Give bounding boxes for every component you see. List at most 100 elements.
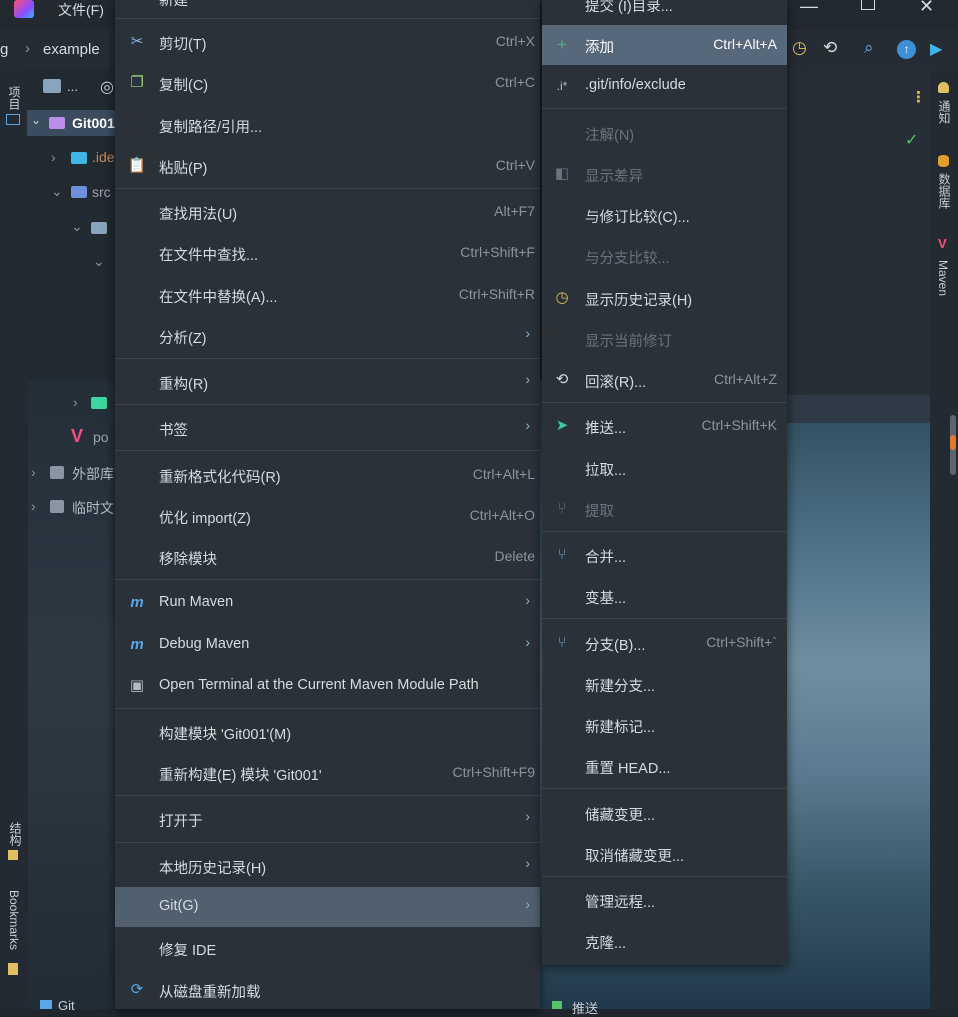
chevron-down-icon[interactable]: ⌄ <box>51 183 63 200</box>
breadcrumb-example[interactable]: example <box>43 41 100 58</box>
menu-item-git[interactable]: Git(G) › <box>115 887 540 927</box>
menu-item-open-in[interactable]: 打开于 › <box>115 799 540 839</box>
update-icon[interactable]: ↑ <box>897 40 916 59</box>
menu-item-find-usages[interactable]: 查找用法(U) Alt+F7 <box>115 192 540 232</box>
menu-item-new-partial[interactable]: 新建 <box>115 0 540 18</box>
menu-item-find-in-files[interactable]: 在文件中查找... Ctrl+Shift+F <box>115 233 540 273</box>
rollback-icon[interactable]: ⟲ <box>823 38 837 58</box>
menu-item-label: Open Terminal at the Current Maven Modul… <box>159 677 479 693</box>
bookmark-icon[interactable] <box>8 963 18 975</box>
submenu-item-merge[interactable]: ⑂ 合并... <box>542 535 787 575</box>
target-icon[interactable]: ◎ <box>100 77 114 97</box>
right-tool-strip: 通知 数据库 V Maven <box>930 70 958 1009</box>
menu-item-run-maven[interactable]: m Run Maven › <box>115 583 540 623</box>
menu-item-bookmarks[interactable]: 书签 › <box>115 408 540 448</box>
menu-item-reload-from-disk[interactable]: ⟳ 从磁盘重新加载 <box>115 970 540 1010</box>
project-tab[interactable]: 项目 <box>6 86 23 110</box>
maven-icon[interactable]: V <box>938 236 947 251</box>
search-icon[interactable]: ⌕ <box>864 38 874 58</box>
idea-node-label[interactable]: .ide <box>92 149 115 165</box>
submenu-item-add[interactable]: + 添加 Ctrl+Alt+A <box>542 25 787 65</box>
menu-item-analyze[interactable]: 分析(Z) › <box>115 316 540 356</box>
submenu-item-stash[interactable]: 储藏变更... <box>542 793 787 833</box>
editor-area[interactable]: ⋮ ✓ <box>787 70 930 395</box>
menu-item-build-module[interactable]: 构建模块 'Git001'(M) <box>115 712 540 752</box>
scrollbar-thumb[interactable] <box>950 415 956 475</box>
chevron-down-icon[interactable]: ⌄ <box>93 253 105 270</box>
structure-icon[interactable] <box>8 850 18 860</box>
submenu-item-clone[interactable]: 克隆... <box>542 921 787 961</box>
menu-item-copy[interactable]: ❐ 复制(C) Ctrl+C <box>115 63 540 103</box>
bookmarks-tab[interactable]: Bookmarks <box>7 890 21 950</box>
minimize-button[interactable]: — <box>800 0 818 17</box>
submenu-item-reset-head[interactable]: 重置 HEAD... <box>542 746 787 786</box>
menu-item-replace-in-files[interactable]: 在文件中替换(A)... Ctrl+Shift+R <box>115 275 540 315</box>
submenu-item-push[interactable]: ➤ 推送... Ctrl+Shift+K <box>542 406 787 446</box>
submenu-item-show-current-revision[interactable]: 显示当前修订 <box>542 319 787 359</box>
chevron-right-icon[interactable]: › <box>31 498 36 514</box>
menu-item-debug-maven[interactable]: m Debug Maven › <box>115 625 540 665</box>
more-options-icon[interactable]: ⋮ <box>911 88 926 106</box>
chevron-down-icon[interactable]: ⌄ <box>71 218 83 235</box>
submenu-item-rebase[interactable]: 变基... <box>542 576 787 616</box>
menu-item-optimize-imports[interactable]: 优化 import(Z) Ctrl+Alt+O <box>115 496 540 536</box>
bottom-tab-changes[interactable]: 推送 <box>572 998 598 1017</box>
src-node-label[interactable]: src <box>92 184 111 200</box>
menu-file[interactable]: 文件(F) <box>58 0 104 20</box>
submenu-item-new-branch[interactable]: 新建分支... <box>542 664 787 704</box>
submenu-item-compare-revision[interactable]: 与修订比较(C)... <box>542 195 787 235</box>
submenu-item-manage-remotes[interactable]: 管理远程... <box>542 880 787 920</box>
database-icon[interactable] <box>938 155 949 167</box>
menu-item-open-terminal[interactable]: ▣ Open Terminal at the Current Maven Mod… <box>115 666 540 706</box>
close-window-button[interactable]: ✕ <box>919 0 934 17</box>
menu-item-local-history[interactable]: 本地历史记录(H) › <box>115 846 540 886</box>
submenu-item-exclude[interactable]: .i* .git/info/exclude <box>542 66 787 106</box>
menu-item-reformat-code[interactable]: 重新格式化代码(R) Ctrl+Alt+L <box>115 455 540 495</box>
chevron-down-icon[interactable]: ⌄ <box>31 113 41 127</box>
scratch-icon <box>50 500 64 513</box>
menu-item-paste[interactable]: 📋 粘贴(P) Ctrl+V <box>115 146 540 186</box>
pom-node-label[interactable]: po <box>93 429 109 445</box>
tree-row-root[interactable]: ⌄ Git001 <box>27 110 117 136</box>
ext-libs-label[interactable]: 外部库 <box>72 464 114 484</box>
plugin-icon[interactable]: ▶ <box>930 39 942 59</box>
bottom-tab-git[interactable]: Git <box>58 998 75 1013</box>
paste-icon: 📋 <box>127 157 147 174</box>
history-icon[interactable]: ◷ <box>792 38 807 58</box>
src-folder-icon <box>71 186 87 198</box>
menu-item-repair-ide[interactable]: 修复 IDE <box>115 928 540 968</box>
menu-item-rebuild-module[interactable]: 重新构建(E) 模块 'Git001' Ctrl+Shift+F9 <box>115 753 540 793</box>
menu-item-copy-path[interactable]: 复制路径/引用... <box>115 105 540 145</box>
chevron-right-icon[interactable]: › <box>73 394 78 410</box>
menu-item-label: 变基... <box>585 591 627 607</box>
menu-item-shortcut: Ctrl+Shift+F <box>460 244 535 260</box>
submenu-item-show-history[interactable]: ◷ 显示历史记录(H) <box>542 278 787 318</box>
chevron-right-icon[interactable]: › <box>31 464 36 480</box>
submenu-item-unstash[interactable]: 取消储藏变更... <box>542 834 787 874</box>
submenu-item-fetch[interactable]: ⑂ 提取 <box>542 489 787 529</box>
nav-left-text: g <box>0 41 9 58</box>
submenu-item-new-tag[interactable]: 新建标记... <box>542 705 787 745</box>
intellij-logo-icon[interactable] <box>14 0 34 18</box>
scratch-label[interactable]: 临时文 <box>72 498 114 518</box>
submenu-item-annotate[interactable]: 注解(N) <box>542 113 787 153</box>
maximize-button[interactable] <box>861 0 875 10</box>
notifications-tab[interactable]: 通知 <box>936 100 953 124</box>
project-toolbar-dots[interactable]: ... <box>67 79 78 94</box>
database-tab[interactable]: 数据库 <box>936 173 953 209</box>
notification-icon[interactable] <box>938 82 949 93</box>
submenu-item-show-diff[interactable]: ◧ 显示差异 <box>542 154 787 194</box>
menu-item-cut[interactable]: ✂ 剪切(T) Ctrl+X <box>115 22 540 62</box>
submenu-item-commit-partial[interactable]: 提交 (I)目录... <box>542 0 787 24</box>
menu-item-remove-module[interactable]: 移除模块 Delete <box>115 537 540 577</box>
submenu-item-pull[interactable]: 拉取... <box>542 448 787 488</box>
chevron-right-icon[interactable]: › <box>51 149 56 165</box>
maven-tab[interactable]: Maven <box>936 260 950 296</box>
submenu-item-compare-branch[interactable]: 与分支比较... <box>542 236 787 276</box>
submenu-item-rollback[interactable]: ⟲ 回滚(R)... Ctrl+Alt+Z <box>542 360 787 400</box>
project-icon[interactable] <box>6 114 20 125</box>
structure-tab[interactable]: 结构 <box>7 822 24 846</box>
menu-item-refactor[interactable]: 重构(R) › <box>115 362 540 402</box>
submenu-item-branches[interactable]: ⑂ 分支(B)... Ctrl+Shift+` <box>542 623 787 663</box>
git-tool-icon[interactable] <box>40 1000 52 1009</box>
